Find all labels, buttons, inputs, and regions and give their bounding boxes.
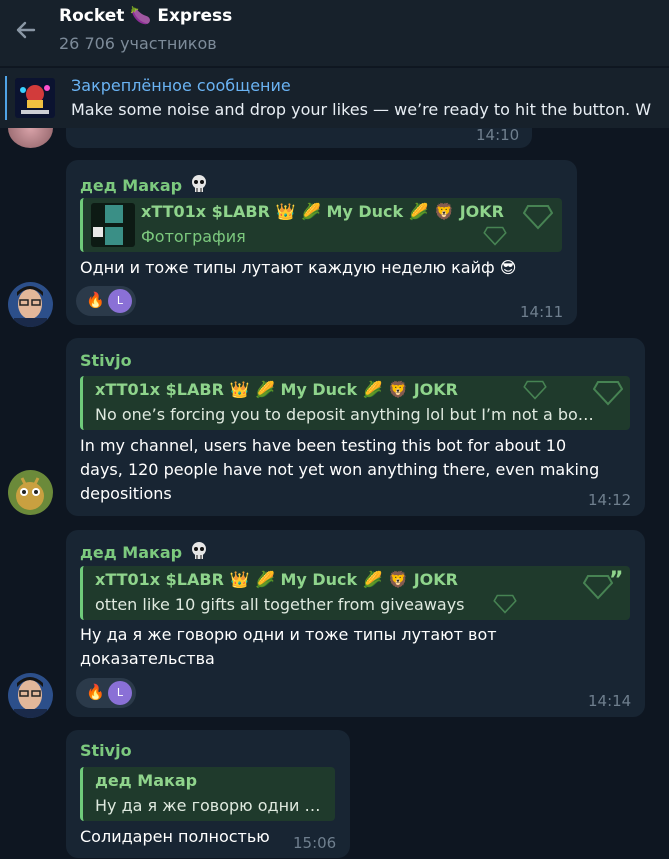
pinned-text: Make some noise and drop your likes — we…	[71, 100, 652, 119]
message-text: Одни и тоже типы лутают каждую неделю ка…	[80, 258, 517, 277]
pinned-indicator	[5, 76, 7, 120]
fire-icon: 🔥	[86, 291, 105, 309]
message-text-line: Ну да я же говорю одни и тоже типы лутаю…	[80, 625, 497, 644]
reply-quote[interactable]: дед Макар Ну да я же говорю одни …	[80, 767, 335, 821]
reply-text: otten like 10 gifts all together from gi…	[95, 595, 465, 614]
message-bubble: Stivjo дед Макар Ну да я же говорю одни …	[66, 730, 350, 858]
quote-icon: ”	[609, 568, 624, 593]
reply-quote[interactable]: xTT01x $LABR 👑 🌽 My Duck 🌽 🦁 JOKR No one…	[80, 376, 630, 430]
sender-name-text: дед Макар	[80, 176, 183, 195]
message-text-line: In my channel, users have been testing t…	[80, 436, 567, 455]
message-text: Солидарен полностью	[80, 827, 270, 846]
sender-name-text: дед Макар	[80, 543, 183, 562]
reaction-avatar: L	[108, 681, 132, 705]
reply-quote[interactable]: ” xTT01x $LABR 👑 🌽 My Duck 🌽 🦁 JOKR otte…	[80, 566, 630, 620]
pinned-title: Закреплённое сообщение	[71, 76, 291, 95]
message-time: 14:10	[476, 126, 520, 144]
reply-text: No one’s forcing you to deposit anything…	[95, 405, 594, 424]
reply-author: дед Макар	[95, 771, 198, 790]
skull-icon	[191, 542, 206, 559]
message-text-line: доказательства	[80, 649, 215, 668]
reply-photo-thumbnail	[91, 203, 135, 247]
back-arrow-icon[interactable]	[10, 14, 42, 46]
message-bubble: дед Макар xTT01x $LABR 👑 🌽 My Duck 🌽 🦁 J…	[66, 160, 577, 325]
reply-text: Ну да я же говорю одни …	[95, 796, 321, 815]
sender-name[interactable]: дед Макар	[80, 173, 210, 195]
message-time: 15:06	[293, 834, 337, 852]
gem-icon	[523, 205, 553, 230]
message-text-line: days, 120 people have not yet won anythi…	[80, 460, 600, 479]
fire-icon: 🔥	[86, 683, 105, 701]
reply-text: Фотография	[141, 227, 246, 246]
member-count: 26 706 участников	[59, 34, 217, 53]
gem-icon	[593, 381, 623, 406]
reply-author: xTT01x $LABR 👑 🌽 My Duck 🌽 🦁 JOKR	[95, 570, 458, 589]
message-bubble: Stivjo xTT01x $LABR 👑 🌽 My Duck 🌽 🦁 JOKR…	[66, 338, 645, 516]
message-time: 14:14	[588, 692, 632, 710]
avatar[interactable]	[8, 470, 53, 515]
message-bubble: дед Макар ” xTT01x $LABR 👑 🌽 My Duck 🌽 🦁…	[66, 530, 645, 717]
gem-icon	[523, 380, 547, 400]
message-text-line: depositions	[80, 484, 172, 503]
reply-quote[interactable]: xTT01x $LABR 👑 🌽 My Duck 🌽 🦁 JOKR Фотогр…	[80, 198, 562, 252]
pinned-thumbnail	[15, 78, 55, 118]
reaction-chip[interactable]: 🔥 L	[76, 678, 136, 708]
reaction-avatar: L	[108, 289, 132, 313]
gem-icon	[483, 226, 507, 246]
sender-name[interactable]: Stivjo	[80, 741, 132, 760]
reply-author: xTT01x $LABR 👑 🌽 My Duck 🌽 🦁 JOKR	[95, 380, 458, 399]
gem-icon	[493, 594, 517, 614]
sender-name[interactable]: Stivjo	[80, 351, 132, 370]
skull-icon	[191, 175, 206, 192]
chat-header: Rocket 🍆 Express 26 706 участников	[0, 0, 669, 67]
chat-title[interactable]: Rocket 🍆 Express	[59, 6, 232, 26]
pinned-overlay: Закреплённое сообщение Make some noise a…	[0, 68, 669, 128]
sender-name[interactable]: дед Макар	[80, 540, 210, 562]
message-time: 14:11	[520, 303, 564, 321]
reply-author: xTT01x $LABR 👑 🌽 My Duck 🌽 🦁 JOKR	[141, 202, 504, 221]
avatar[interactable]	[8, 282, 53, 327]
message-time: 14:12	[588, 491, 632, 509]
reaction-chip[interactable]: 🔥 L	[76, 286, 136, 316]
avatar[interactable]	[8, 673, 53, 718]
